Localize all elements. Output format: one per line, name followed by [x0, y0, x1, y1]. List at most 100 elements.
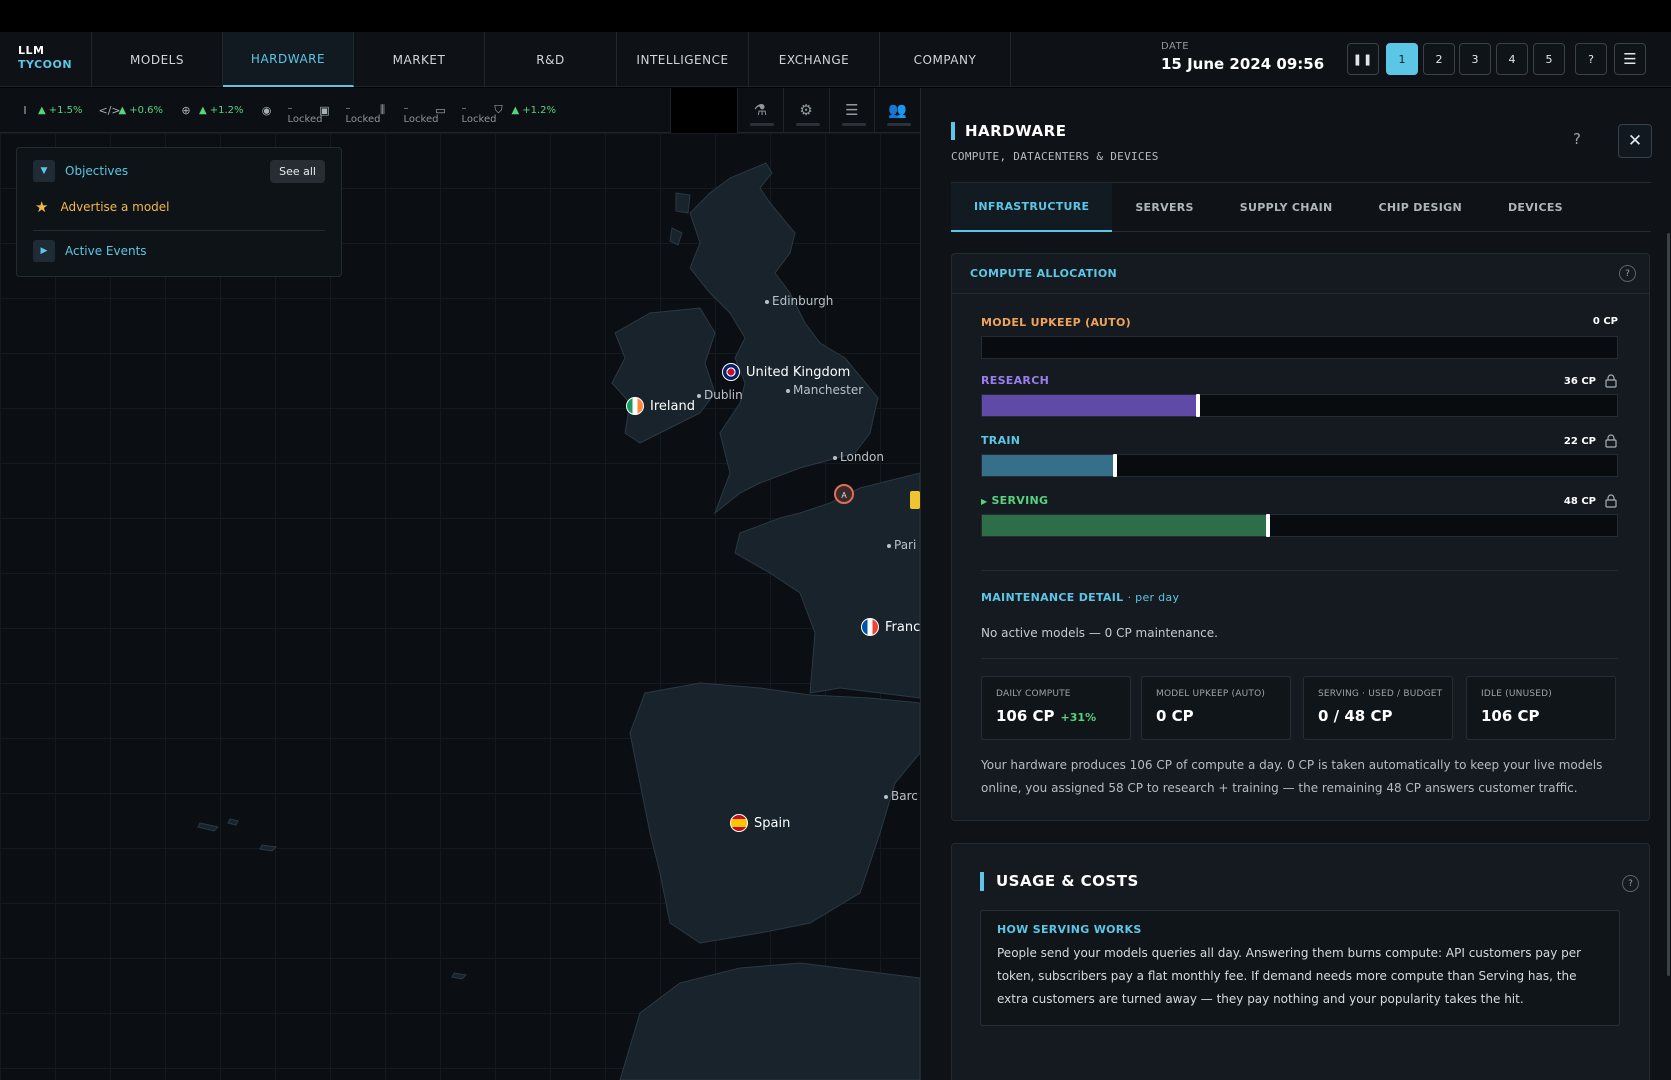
- stat-text[interactable]: I ▲ +1.5%: [18, 103, 82, 117]
- alloc-value: 36 CP: [1564, 374, 1618, 388]
- speed-5-button[interactable]: 5: [1533, 43, 1565, 75]
- city-label: Barc: [891, 789, 918, 803]
- alloc-slider-handle[interactable]: [1266, 514, 1270, 537]
- app-logo[interactable]: LLM TYCOON: [0, 32, 92, 87]
- stat-safety[interactable]: ⛉ ▲ +1.2%: [492, 103, 556, 117]
- city-edinburgh[interactable]: Edinburgh: [765, 294, 833, 308]
- menu-button[interactable]: ☰: [1614, 43, 1646, 75]
- tab-exchange[interactable]: EXCHANGE: [749, 32, 880, 87]
- alloc-label-text: SERVING: [991, 494, 1049, 507]
- country-ireland[interactable]: Ireland: [626, 397, 695, 415]
- gear-icon: ⚙: [799, 101, 813, 119]
- iberia-shape: [629, 682, 920, 944]
- stat-serving-used: SERVING · USED / BUDGET 0 / 48 CP: [1303, 676, 1453, 740]
- stat-image[interactable]: ▣ – Locked: [318, 103, 380, 125]
- globe-icon: ⊕: [181, 103, 191, 117]
- compute-help-button[interactable]: ?: [1619, 265, 1636, 282]
- city-manchester[interactable]: Manchester: [786, 383, 863, 397]
- tab-chip-design[interactable]: CHIP DESIGN: [1356, 183, 1485, 232]
- see-all-button[interactable]: See all: [270, 159, 325, 183]
- image-icon: ▣: [319, 103, 330, 117]
- city-dot: [765, 299, 769, 304]
- tab-hardware[interactable]: HARDWARE: [223, 32, 354, 87]
- city-label: Pari: [894, 538, 917, 552]
- alloc-value-text: 0 CP: [1592, 316, 1618, 327]
- lock-icon[interactable]: [1604, 374, 1618, 388]
- stat-daily-compute: DAILY COMPUTE 106 CP +31%: [981, 676, 1131, 740]
- active-events-row[interactable]: ▶ Active Events: [17, 231, 341, 271]
- shield-icon: ⛉: [494, 103, 503, 116]
- help-button[interactable]: ?: [1575, 43, 1607, 75]
- compute-allocation-title: COMPUTE ALLOCATION: [952, 254, 1649, 294]
- usage-help-button[interactable]: ?: [1622, 875, 1639, 892]
- pause-button[interactable]: ❚❚: [1347, 43, 1379, 75]
- panel-help-button[interactable]: ?: [1573, 130, 1581, 148]
- stat-globe[interactable]: ⊕ ▲ +1.2%: [179, 103, 244, 117]
- alloc-bar[interactable]: [981, 454, 1618, 477]
- country-france[interactable]: Franc: [861, 618, 920, 636]
- settings-tool-button[interactable]: ⚙: [784, 88, 830, 132]
- stat-label: DAILY COMPUTE: [996, 689, 1071, 699]
- how-title: HOW SERVING WORKS: [997, 923, 1142, 936]
- maintenance-title-text: MAINTENANCE DETAIL: [981, 591, 1124, 604]
- date-label: DATE: [1161, 41, 1190, 52]
- country-uk[interactable]: United Kingdom: [722, 363, 850, 381]
- alloc-label: MODEL UPKEEP (AUTO): [981, 316, 1131, 329]
- stat-change: +31%: [1060, 711, 1097, 724]
- eye-icon: ◉: [261, 103, 272, 117]
- tab-devices[interactable]: DEVICES: [1485, 183, 1586, 232]
- text-cursor-icon: I: [23, 103, 27, 117]
- alloc-label[interactable]: ▶ SERVING: [981, 494, 1048, 507]
- yellow-marker[interactable]: [910, 491, 920, 509]
- alloc-label: TRAIN: [981, 434, 1021, 447]
- maintenance-per: · per day: [1127, 591, 1180, 604]
- city-paris[interactable]: Pari: [887, 538, 916, 552]
- tab-models[interactable]: MODELS: [92, 32, 223, 87]
- tab-supply-chain[interactable]: SUPPLY CHAIN: [1217, 183, 1356, 232]
- speed-4-button[interactable]: 4: [1496, 43, 1528, 75]
- country-spain[interactable]: Spain: [730, 814, 790, 832]
- tab-infrastructure[interactable]: INFRASTRUCTURE: [951, 183, 1113, 232]
- divider: [981, 570, 1618, 571]
- tab-rnd[interactable]: R&D: [485, 32, 617, 87]
- alloc-bar[interactable]: [981, 514, 1618, 537]
- stat-code[interactable]: </> ▲ +0.6%: [99, 104, 164, 117]
- alloc-fill: [982, 395, 1198, 416]
- objective-item[interactable]: ★ Advertise a model: [17, 194, 341, 220]
- chevron-right-icon[interactable]: ▶: [33, 240, 55, 262]
- alloc-slider-handle[interactable]: [1113, 454, 1117, 477]
- alloc-bar[interactable]: [981, 394, 1618, 417]
- tab-intelligence[interactable]: INTELLIGENCE: [617, 32, 749, 87]
- speed-1-button[interactable]: 1: [1386, 43, 1418, 75]
- stat-audio[interactable]: ⫼ – Locked: [376, 103, 438, 125]
- alloc-bar[interactable]: [981, 336, 1618, 359]
- panel-scrollbar[interactable]: [1667, 233, 1670, 976]
- objectives-title[interactable]: Objectives: [65, 164, 270, 178]
- lock-icon[interactable]: [1604, 494, 1618, 508]
- city-dublin[interactable]: Dublin: [697, 388, 743, 402]
- stat-video[interactable]: ▭ – Locked: [434, 103, 496, 125]
- lock-icon[interactable]: [1604, 434, 1618, 448]
- sliders-tool-button[interactable]: ☰: [830, 88, 876, 132]
- close-button[interactable]: ✕: [1618, 124, 1652, 158]
- country-label: Franc: [885, 619, 920, 635]
- speed-2-button[interactable]: 2: [1423, 43, 1455, 75]
- city-barcelona[interactable]: Barc: [884, 789, 918, 803]
- people-tool-button[interactable]: 👥: [875, 88, 921, 132]
- tab-company[interactable]: COMPANY: [880, 32, 1011, 87]
- stat-value: +1.2%: [209, 104, 244, 116]
- tab-servers[interactable]: SERVERS: [1112, 183, 1216, 232]
- chevron-down-icon[interactable]: ▼: [33, 160, 55, 182]
- stat-value-text: 106 CP: [996, 707, 1055, 725]
- alloc-slider-handle[interactable]: [1196, 394, 1200, 417]
- usage-title: USAGE & COSTS: [980, 872, 1139, 891]
- people-icon: 👥: [888, 101, 907, 119]
- caret-right-icon: ▶: [981, 497, 988, 506]
- stat-vision[interactable]: ◉ – Locked: [260, 103, 323, 125]
- city-label: Manchester: [793, 383, 864, 397]
- speed-3-button[interactable]: 3: [1459, 43, 1491, 75]
- research-tool-button[interactable]: ⚗: [738, 88, 784, 132]
- alloc-value-text: 48 CP: [1563, 495, 1596, 507]
- tab-market[interactable]: MARKET: [354, 32, 485, 87]
- city-london[interactable]: London: [833, 450, 884, 464]
